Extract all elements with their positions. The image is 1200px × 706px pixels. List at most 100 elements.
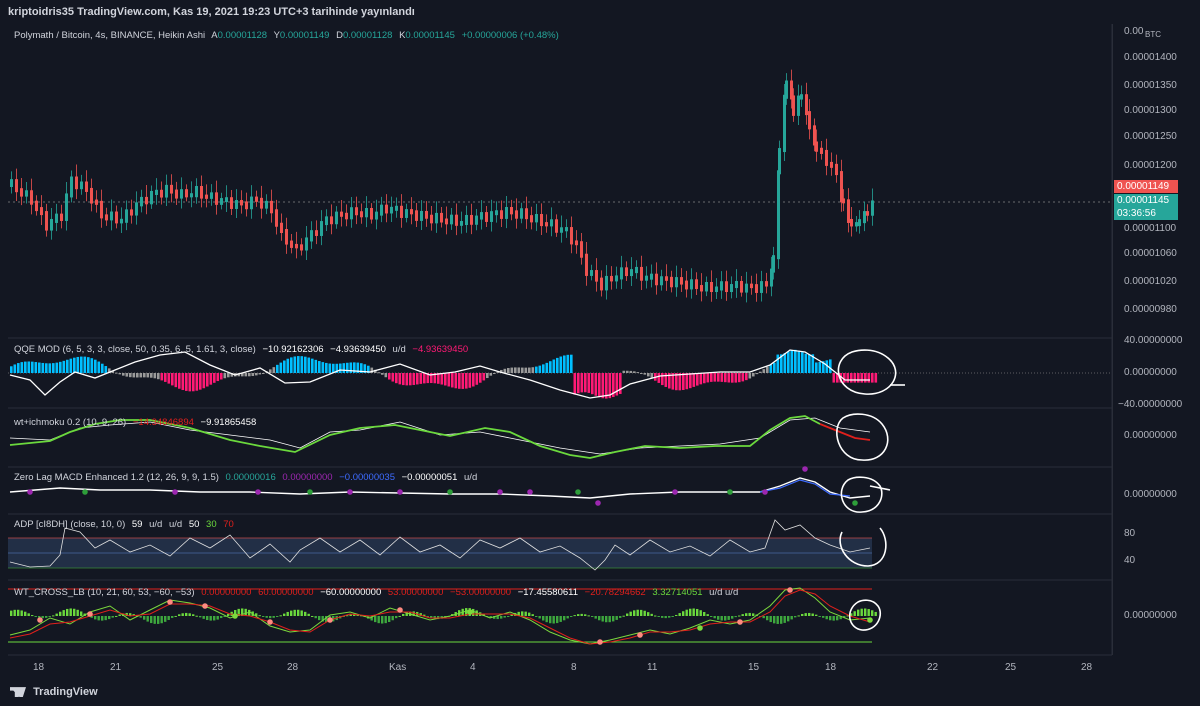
qqe-bar bbox=[129, 373, 132, 378]
wt-bar bbox=[398, 615, 401, 617]
symbol-title[interactable]: Polymath / Bitcoin, 4s, BINANCE, Heikin … bbox=[14, 30, 205, 41]
candle-body bbox=[350, 207, 353, 220]
qqe-bar bbox=[566, 354, 570, 373]
candle-body bbox=[100, 200, 103, 219]
qqe-bar bbox=[790, 350, 794, 373]
wt-bar bbox=[727, 616, 730, 620]
macd-dot bbox=[447, 489, 453, 495]
wt-bar bbox=[146, 616, 149, 622]
wt-bar bbox=[671, 616, 674, 617]
qqe-bar bbox=[412, 373, 416, 385]
wt-bar bbox=[311, 615, 314, 617]
candle-body bbox=[250, 196, 253, 210]
candle-body bbox=[85, 181, 88, 192]
candle-body bbox=[35, 200, 38, 212]
wt-bar bbox=[269, 616, 272, 619]
wt-bar bbox=[552, 616, 555, 624]
candle-body bbox=[830, 161, 833, 168]
qqe-bar bbox=[297, 356, 300, 373]
qqe-v2: −4.93639450 bbox=[330, 344, 386, 355]
wt-dot bbox=[267, 619, 273, 625]
qqe-name[interactable]: QQE MOD (6, 5, 3, 3, close, 50, 0.35, 6,… bbox=[14, 344, 256, 355]
qqe-bar bbox=[853, 373, 857, 383]
x-label-9: 18 bbox=[825, 662, 837, 673]
macd-dot bbox=[172, 489, 178, 495]
wt-bar bbox=[290, 610, 293, 616]
candle-body bbox=[866, 211, 869, 216]
wt-ichimoku-name[interactable]: wt+ichmoku 0.2 (10, 9, 26) bbox=[14, 417, 126, 428]
qqe-bar bbox=[157, 373, 160, 380]
wt-bar bbox=[678, 613, 681, 616]
qqe-bar bbox=[587, 373, 591, 393]
zlmacd-v3: −0.00000035 bbox=[339, 472, 395, 483]
qqe-bar bbox=[346, 362, 349, 373]
qqe-bar bbox=[738, 373, 741, 383]
qqe-bar bbox=[745, 373, 748, 381]
wt-bar bbox=[286, 611, 289, 616]
candle-body bbox=[645, 275, 648, 281]
wt-cross-name[interactable]: WT_CROSS_LB (10, 21, 60, 53, −60, −53) bbox=[14, 587, 195, 598]
qqe-bar bbox=[776, 354, 780, 373]
qqe-bar bbox=[80, 356, 83, 373]
candle-body bbox=[510, 207, 513, 215]
qqe-bar bbox=[475, 373, 479, 385]
candle-body bbox=[760, 281, 763, 293]
qqe-bar bbox=[517, 367, 521, 373]
wt-bar bbox=[97, 616, 100, 621]
tradingview-logo[interactable]: TradingView bbox=[10, 686, 98, 698]
qqe-bar bbox=[409, 373, 412, 386]
qqe-bar bbox=[570, 354, 573, 373]
wt-bar bbox=[591, 616, 594, 617]
qqe-bar bbox=[101, 363, 104, 373]
qqe-bar bbox=[139, 373, 143, 378]
wt-bar bbox=[503, 616, 506, 618]
qqe-bar bbox=[734, 373, 738, 383]
qqe-bar bbox=[486, 373, 489, 379]
candle-body bbox=[150, 190, 153, 205]
qqe-bar bbox=[549, 361, 552, 373]
qqe-axis-top: 40.00000000 bbox=[1124, 335, 1183, 346]
wt-bar bbox=[220, 616, 223, 619]
wt-bar bbox=[636, 609, 639, 616]
wt-bar bbox=[276, 616, 279, 617]
qqe-bar bbox=[143, 373, 146, 378]
qqe-bar bbox=[731, 373, 734, 383]
qqe-bar bbox=[45, 363, 48, 373]
wt-bar bbox=[808, 612, 811, 616]
adp-name[interactable]: ADP [cI8DH] (close, 10, 0) bbox=[14, 519, 125, 530]
macd-dot bbox=[575, 489, 581, 495]
qqe-bar bbox=[619, 373, 622, 394]
candle-body bbox=[425, 210, 428, 219]
zlmacd-name[interactable]: Zero Lag MACD Enhanced 1.2 (12, 26, 9, 9… bbox=[14, 472, 219, 483]
candle-body bbox=[455, 214, 458, 226]
wt-bar bbox=[27, 613, 30, 616]
qqe-bar bbox=[769, 364, 773, 373]
candle-body bbox=[835, 163, 838, 176]
wt-bar bbox=[164, 616, 167, 622]
candle-body bbox=[615, 275, 618, 282]
wt-bar bbox=[787, 616, 790, 622]
wt-bar bbox=[549, 616, 552, 624]
wt-bar bbox=[199, 616, 202, 618]
qqe-bar bbox=[804, 353, 808, 373]
wt-bar bbox=[619, 616, 622, 618]
qqe-bar bbox=[321, 362, 325, 373]
macd-dot bbox=[527, 489, 533, 495]
candle-body bbox=[75, 176, 78, 190]
candle-body bbox=[650, 273, 653, 280]
wt-bar bbox=[685, 609, 688, 616]
wt-bar bbox=[829, 616, 832, 621]
wt-bar bbox=[262, 616, 265, 617]
qqe-bar bbox=[507, 368, 510, 373]
wt-cross-v8: 3.32714051 bbox=[652, 587, 703, 598]
qqe-bar bbox=[472, 373, 475, 387]
candle-body bbox=[315, 230, 318, 236]
wt-bar bbox=[731, 616, 734, 619]
macd-dot bbox=[347, 489, 353, 495]
qqe-bar bbox=[87, 357, 90, 373]
wt-bar bbox=[605, 616, 608, 623]
price-label-6: 0.00001100 bbox=[1124, 223, 1177, 234]
candle-body bbox=[535, 214, 538, 223]
candle-body bbox=[460, 221, 463, 226]
candle-body bbox=[792, 95, 795, 116]
